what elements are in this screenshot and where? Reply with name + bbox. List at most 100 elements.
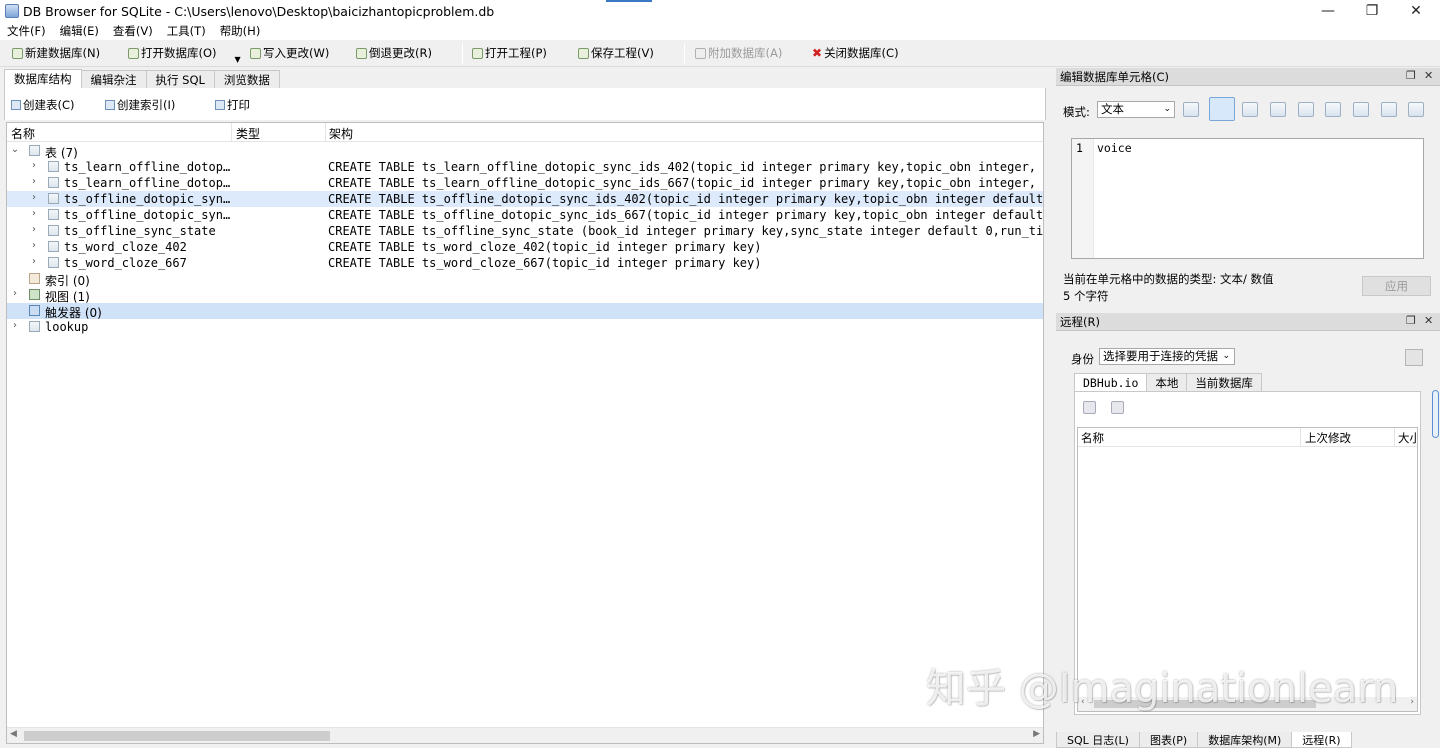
schema-tree[interactable]: 名称 类型 架构 ⌄ 表 (7) › ts_learn_offline_doto… — [6, 122, 1044, 744]
tree-item-views[interactable]: › 视图 (1) — [7, 287, 1043, 304]
expand-arrow-icon[interactable]: › — [29, 192, 39, 203]
column-header-schema[interactable]: 架构 — [329, 125, 353, 142]
scroll-left-icon[interactable]: ◀ — [10, 729, 17, 739]
create-table-button[interactable]: 创建表(C) — [11, 97, 75, 113]
tree-item-tables[interactable]: ⌄ 表 (7) — [7, 143, 1043, 160]
cell-value[interactable]: voice — [1097, 141, 1132, 155]
structure-toolbar: 创建表(C) 创建索引(I) 打印 — [4, 88, 1046, 120]
print-cell-icon[interactable] — [1408, 102, 1424, 117]
column-separator[interactable] — [231, 123, 232, 142]
float-dock-icon[interactable]: ❐ — [1406, 69, 1416, 82]
tab-current-database[interactable]: 当前数据库 — [1186, 373, 1262, 391]
mode-value: 文本 — [1101, 102, 1124, 116]
auto-switch-mode-icon[interactable] — [1183, 102, 1199, 117]
column-separator[interactable] — [1394, 428, 1395, 446]
close-dock-icon[interactable]: ✕ — [1424, 69, 1433, 82]
tree-horizontal-scrollbar[interactable]: ◀ ▶ — [7, 727, 1043, 743]
revert-changes-button[interactable]: 倒退更改(R) — [356, 44, 432, 62]
expand-arrow-icon[interactable]: › — [10, 320, 20, 331]
close-dock-icon[interactable]: ✕ — [1424, 314, 1433, 327]
identity-settings-button[interactable] — [1405, 349, 1423, 366]
tree-item-indexes[interactable]: 索引 (0) — [7, 271, 1043, 288]
expand-arrow-icon[interactable]: › — [29, 176, 39, 187]
apply-button[interactable]: 应用 — [1362, 276, 1431, 296]
expand-arrow-icon[interactable]: › — [29, 240, 39, 251]
clear-icon[interactable] — [1381, 102, 1397, 117]
scroll-right-icon[interactable]: ▶ — [1033, 729, 1040, 739]
new-database-button[interactable]: 新建数据库(N) — [12, 44, 100, 62]
tree-item-lookup[interactable]: › lookup — [7, 319, 1043, 335]
table-row[interactable]: › ts_word_cloze_402 CREATE TABLE ts_word… — [7, 239, 1043, 255]
menu-tools[interactable]: 工具(T) — [160, 23, 213, 39]
menu-help[interactable]: 帮助(H) — [213, 23, 268, 39]
maximize-button[interactable]: ❐ — [1350, 0, 1394, 22]
expand-arrow-icon[interactable]: › — [29, 160, 39, 171]
scroll-right-icon[interactable]: › — [1410, 697, 1414, 707]
tab-dbhub[interactable]: DBHub.io — [1074, 373, 1148, 391]
tab-sql-log[interactable]: SQL 日志(L) — [1056, 732, 1140, 748]
mode-select[interactable]: 文本 ⌄ — [1097, 101, 1175, 118]
tab-execute-sql[interactable]: 执行 SQL — [145, 70, 215, 88]
expand-arrow-icon[interactable]: › — [29, 224, 39, 235]
table-row[interactable]: › ts_offline_dotopic_syn… CREATE TABLE t… — [7, 207, 1043, 223]
scrollbar-thumb[interactable] — [24, 731, 330, 741]
clone-icon[interactable] — [1111, 401, 1124, 414]
table-row[interactable]: › ts_offline_sync_state CREATE TABLE ts_… — [7, 223, 1043, 239]
column-separator[interactable] — [325, 123, 326, 142]
cell-type-info: 当前在单元格中的数据的类型: 文本/ 数值 — [1063, 272, 1274, 286]
table-row[interactable]: › ts_learn_offline_dotop… CREATE TABLE t… — [7, 175, 1043, 191]
open-database-button[interactable]: 打开数据库(O) ▼ — [128, 44, 241, 64]
create-index-button[interactable]: 创建索引(I) — [105, 97, 175, 113]
tab-local[interactable]: 本地 — [1146, 373, 1188, 391]
float-dock-icon[interactable]: ❐ — [1406, 314, 1416, 327]
attach-database-button[interactable]: 附加数据库(A) — [695, 44, 782, 62]
column-header-type[interactable]: 类型 — [236, 125, 260, 142]
open-project-label: 打开工程(P) — [485, 46, 547, 60]
set-null-icon[interactable] — [1353, 102, 1369, 117]
import-icon[interactable] — [1298, 102, 1314, 117]
menu-edit[interactable]: 编辑(E) — [53, 23, 106, 39]
close-window-button[interactable]: ✕ — [1394, 0, 1438, 22]
revert-changes-label: 倒退更改(R) — [369, 46, 432, 60]
menu-view[interactable]: 查看(V) — [106, 23, 160, 39]
table-name: ts_word_cloze_402 — [64, 240, 187, 254]
collapse-arrow-icon[interactable]: ⌄ — [10, 144, 20, 155]
table-row[interactable]: › ts_offline_dotopic_syn… CREATE TABLE t… — [7, 191, 1043, 207]
open-project-button[interactable]: 打开工程(P) — [472, 44, 547, 62]
null-icon[interactable] — [1270, 102, 1286, 117]
cell-editor[interactable]: 1 voice — [1071, 138, 1424, 259]
open-database-dropdown-icon[interactable]: ▼ — [235, 55, 241, 64]
save-project-button[interactable]: 保存工程(V) — [578, 44, 654, 62]
refresh-icon[interactable] — [1083, 401, 1096, 414]
print-button[interactable]: 打印 — [215, 97, 250, 113]
tab-plot[interactable]: 图表(P) — [1138, 732, 1199, 748]
table-schema: CREATE TABLE ts_learn_offline_dotopic_sy… — [328, 160, 1044, 174]
table-row[interactable]: › ts_word_cloze_667 CREATE TABLE ts_word… — [7, 255, 1043, 271]
close-database-button[interactable]: ✖ 关闭数据库(C) — [812, 44, 899, 62]
column-header-name[interactable]: 名称 — [1081, 430, 1104, 446]
write-changes-button[interactable]: 写入更改(W) — [250, 44, 329, 62]
menu-file[interactable]: 文件(F) — [0, 23, 53, 39]
expand-arrow-icon[interactable]: › — [29, 208, 39, 219]
tab-edit-pragmas[interactable]: 编辑杂注 — [80, 70, 147, 88]
export-icon[interactable] — [1325, 102, 1341, 117]
indent-icon[interactable] — [1242, 102, 1258, 117]
table-row[interactable]: › ts_learn_offline_dotop… CREATE TABLE t… — [7, 159, 1043, 175]
column-separator[interactable] — [1300, 428, 1301, 446]
column-header-name[interactable]: 名称 — [11, 125, 35, 142]
tree-item-triggers[interactable]: 触发器 (0) — [7, 303, 1043, 320]
tab-remote[interactable]: 远程(R) — [1291, 732, 1352, 748]
column-header-last-modified[interactable]: 上次修改 — [1305, 430, 1351, 446]
cell-char-count: 5 个字符 — [1063, 289, 1109, 303]
database-icon — [29, 321, 40, 332]
tab-database-structure[interactable]: 数据库结构 — [4, 69, 82, 88]
identity-select[interactable]: 选择要用于连接的凭据 ⌄ — [1099, 348, 1235, 365]
minimize-button[interactable]: — — [1306, 0, 1350, 22]
word-wrap-icon[interactable] — [1209, 97, 1235, 121]
vertical-scrollbar[interactable] — [1432, 390, 1439, 438]
expand-arrow-icon[interactable]: › — [10, 288, 20, 299]
tab-db-schema[interactable]: 数据库架构(M) — [1197, 732, 1293, 748]
tab-browse-data[interactable]: 浏览数据 — [213, 70, 280, 88]
expand-arrow-icon[interactable]: › — [29, 256, 39, 267]
column-header-size[interactable]: 大小 — [1398, 430, 1418, 446]
